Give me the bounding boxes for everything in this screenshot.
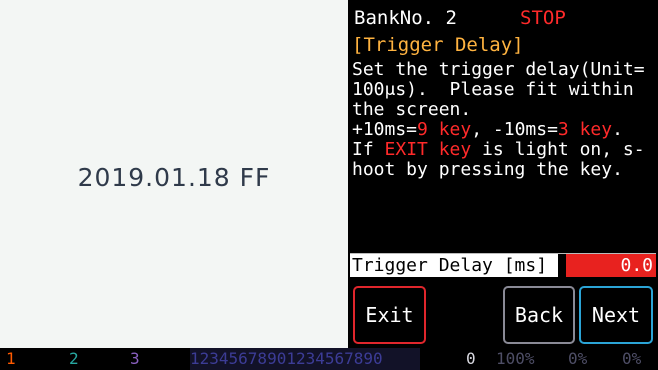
instr-line4a: +10ms= [352, 119, 418, 140]
instr-line6: hoot by pressing the key. [352, 159, 623, 180]
instr-line4e: . [612, 119, 623, 140]
channel-1-indicator: 1 [6, 349, 16, 368]
instr-line5a: If [352, 139, 385, 160]
run-status: STOP [520, 7, 566, 29]
instructions-text: Set the trigger delay(Unit= 100μs). Plea… [352, 60, 652, 180]
instr-line4c: , -10ms= [471, 119, 558, 140]
plus-key-label: 9 key [417, 119, 472, 140]
trigger-delay-value[interactable]: 0.0 [566, 254, 656, 277]
minus-key-label: 3 key [557, 119, 613, 140]
panel-header: BankNo. 2 STOP [354, 6, 652, 30]
settings-panel: BankNo. 2 STOP [Trigger Delay] Set the t… [348, 0, 658, 348]
instr-line1: Set the trigger delay(Unit= [352, 59, 645, 80]
status-bar: 1 2 3 12345678901234567890 0 100% 0% 0% [0, 348, 658, 370]
next-button[interactable]: Next [579, 286, 653, 344]
back-button[interactable]: Back [503, 286, 575, 344]
exit-key-label: EXIT key [384, 139, 472, 160]
instr-line5c: is light on, s- [471, 139, 645, 160]
camera-preview: 2019.01.18 FF [0, 0, 348, 348]
digit-strip: 12345678901234567890 [190, 348, 420, 370]
channel-2-indicator: 2 [69, 349, 79, 368]
trigger-delay-label: Trigger Delay [ms] [350, 254, 558, 277]
trigger-delay-row: Trigger Delay [ms] 0.0 [350, 253, 656, 277]
instr-line3: the screen. [352, 99, 472, 120]
percent-indicator-1: 100% [496, 349, 535, 368]
bank-number: BankNo. 2 [354, 7, 457, 29]
date-stamp: 2019.01.18 FF [77, 163, 271, 192]
percent-indicator-3: 0% [622, 349, 642, 368]
zero-indicator: 0 [466, 349, 476, 368]
exit-button[interactable]: Exit [353, 286, 426, 344]
channel-3-indicator: 3 [130, 349, 140, 368]
instr-line2: 100μs). Please fit within [352, 79, 634, 100]
section-title: [Trigger Delay] [352, 34, 524, 56]
percent-indicator-2: 0% [568, 349, 588, 368]
